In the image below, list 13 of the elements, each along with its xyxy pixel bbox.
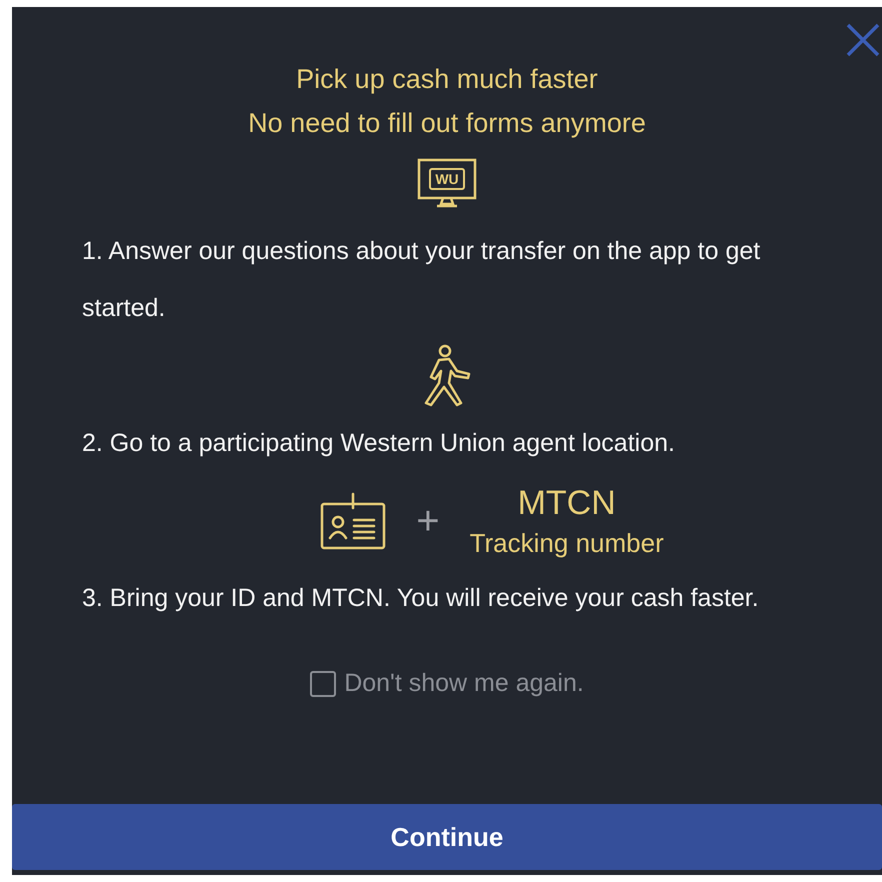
code-caption: Tracking number (470, 527, 664, 560)
headline: No need to fill out forms anymore (248, 107, 646, 140)
dont-show-checkbox[interactable]: Don't show me again. (310, 665, 584, 702)
headline: Pick up cash much faster (296, 63, 598, 96)
checkbox-label: Don't show me again. (344, 668, 584, 699)
step-text: 2. Go to a participating Western Union agent location. (82, 428, 676, 459)
checkbox[interactable] (310, 670, 336, 697)
step-text: 1. Answer our questions about your transfer on the app to get started. (82, 236, 762, 324)
id-card-icon (320, 492, 386, 550)
continue-button[interactable]: Continue (12, 804, 882, 870)
plus-sign: + (416, 501, 440, 541)
code-label: MTCN (518, 483, 616, 524)
step-text: 3. Bring your ID and MTCN. You will receive your cash faster. (82, 583, 760, 614)
